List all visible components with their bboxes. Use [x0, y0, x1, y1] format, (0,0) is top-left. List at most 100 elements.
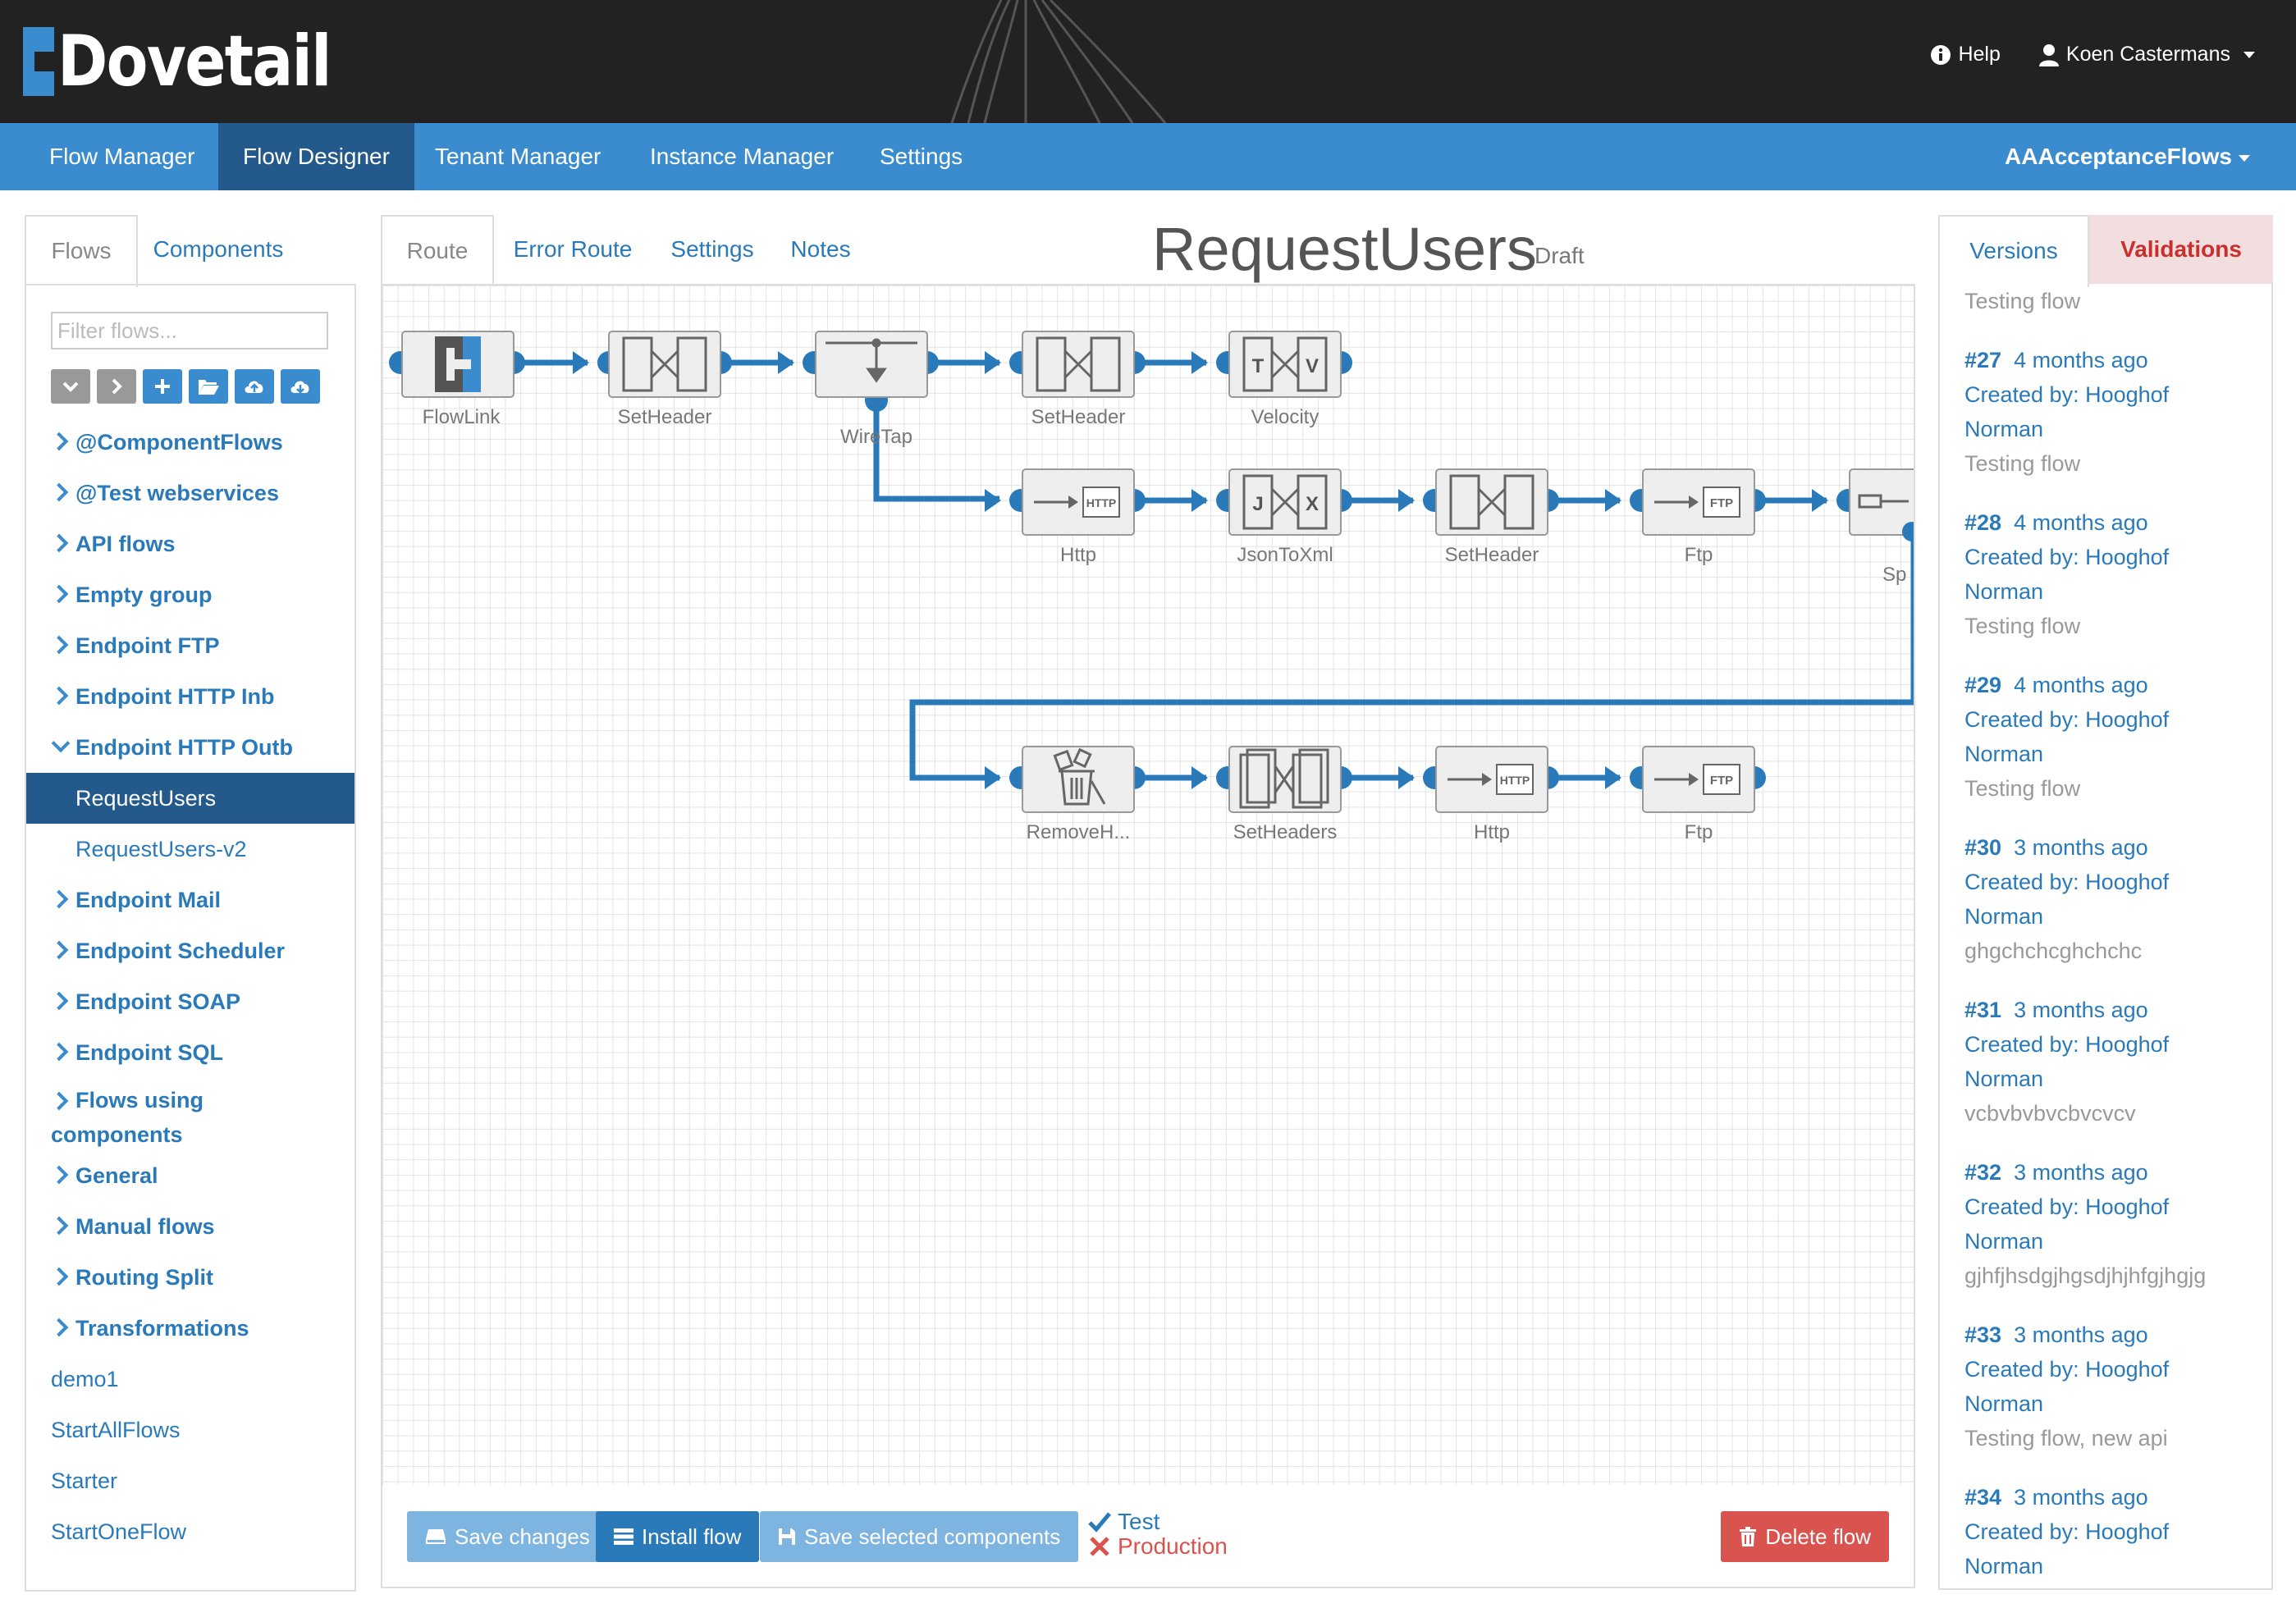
tab-settings[interactable]: Settings — [655, 215, 770, 284]
flow-group-item[interactable]: Endpoint HTTP Inb — [26, 671, 354, 722]
tab-notes[interactable]: Notes — [771, 215, 870, 284]
node-removeheaders[interactable]: RemoveH... — [1009, 746, 1146, 843]
flow-status: Draft — [1534, 243, 1585, 268]
version-number[interactable]: #34 — [1964, 1485, 2001, 1510]
help-link[interactable]: Help — [1930, 43, 2001, 66]
flow-group-item[interactable]: @ComponentFlows — [26, 417, 354, 468]
version-number[interactable]: #31 — [1964, 998, 2001, 1022]
version-author: Created by: Hooghof — [1964, 545, 2170, 569]
add-flow-button[interactable] — [143, 369, 182, 404]
flow-group-item[interactable]: API flows — [26, 518, 354, 569]
add-group-button[interactable] — [189, 369, 228, 404]
flow-group-item[interactable]: Endpoint HTTP Outb — [26, 722, 354, 773]
velocity-t-label: T — [1252, 355, 1265, 377]
route-canvas[interactable]: FlowLink SetHeader WireTap SetHeader T V… — [381, 284, 1915, 1490]
version-number[interactable]: #28 — [1964, 510, 2001, 535]
version-author-name: Norman — [1964, 579, 2044, 604]
hdd-icon — [426, 1529, 446, 1544]
tab-validations[interactable]: Validations — [2089, 215, 2273, 284]
route-diagram[interactable]: FlowLink SetHeader WireTap SetHeader T V… — [382, 286, 1914, 1488]
version-entry[interactable]: #34 3 months ago Created by: Hooghof Norma… — [1964, 1480, 2268, 1588]
version-entry[interactable]: #29 4 months ago Created by: Hooghof Norma… — [1964, 668, 2268, 806]
chevron-right-icon — [49, 1216, 69, 1236]
export-flow-button[interactable] — [281, 369, 320, 404]
node-label: Http — [1474, 821, 1510, 843]
nav-tenant-manager[interactable]: Tenant Manager — [410, 123, 625, 190]
node-ftp-2[interactable]: FTP Ftp — [1630, 746, 1766, 843]
flow-group-item[interactable]: Flows using components — [26, 1078, 354, 1150]
node-http-1[interactable]: HTTP Http — [1009, 468, 1146, 566]
nav-settings[interactable]: Settings — [855, 123, 987, 190]
flow-group-item[interactable]: @Test webservices — [26, 468, 354, 518]
flow-list-item-selected[interactable]: RequestUsers — [26, 773, 354, 824]
node-flowlink[interactable]: FlowLink — [389, 331, 525, 428]
flow-group-item[interactable]: Empty group — [26, 569, 354, 620]
flow-group-item[interactable]: Endpoint FTP — [26, 620, 354, 671]
collapse-all-button[interactable] — [51, 369, 90, 404]
tab-components[interactable]: Components — [136, 215, 300, 284]
main-nav: Flow Manager Flow Designer Tenant Manage… — [0, 123, 2296, 190]
version-description: gjhfjhsdgjhgsdjhjhfgjhgjg — [1964, 1263, 2207, 1288]
flow-group-item[interactable]: Endpoint Scheduler — [26, 925, 354, 976]
flow-group-item[interactable]: Endpoint Mail — [26, 875, 354, 925]
flow-label: Endpoint Scheduler — [75, 939, 286, 963]
version-number[interactable]: #29 — [1964, 673, 2001, 697]
nav-instance-manager[interactable]: Instance Manager — [625, 123, 858, 190]
save-changes-label: Save changes — [455, 1524, 590, 1549]
version-number[interactable]: #30 — [1964, 835, 2001, 860]
version-entry[interactable]: #30 3 months ago Created by: Hooghof Norma… — [1964, 830, 2268, 968]
version-entry[interactable]: #31 3 months ago Created by: Hooghof Norma… — [1964, 993, 2268, 1131]
velocity-v-label: V — [1306, 355, 1319, 377]
flow-list-item[interactable]: StartOneFlow — [26, 1506, 354, 1557]
save-selected-components-button[interactable]: Save selected components — [760, 1511, 1079, 1562]
version-number[interactable]: #27 — [1964, 348, 2001, 372]
node-wiretap[interactable]: WireTap — [803, 331, 939, 448]
flow-list-item[interactable]: Starter — [26, 1455, 354, 1506]
user-menu[interactable]: Koen Castermans — [2038, 43, 2255, 66]
tab-versions[interactable]: Versions — [1938, 215, 2089, 287]
node-setheader-1[interactable]: SetHeader — [597, 331, 732, 428]
version-description: Testing flow — [1964, 1583, 2268, 1588]
node-setheaders[interactable]: SetHeaders — [1216, 746, 1352, 843]
node-label: Velocity — [1251, 406, 1320, 428]
flow-group-item[interactable]: Endpoint SOAP — [26, 976, 354, 1027]
install-flow-button[interactable]: Install flow — [596, 1511, 760, 1562]
tab-error-route[interactable]: Error Route — [492, 215, 653, 284]
tasks-icon — [614, 1528, 633, 1545]
flow-group-item[interactable]: General — [26, 1150, 354, 1201]
expand-all-button[interactable] — [97, 369, 136, 404]
node-jsontoxml[interactable]: J X JsonToXml — [1216, 468, 1352, 566]
tab-route[interactable]: Route — [381, 215, 494, 287]
node-http-2[interactable]: HTTP Http — [1423, 746, 1559, 843]
version-number[interactable]: #33 — [1964, 1322, 2001, 1347]
node-velocity[interactable]: T V Velocity — [1216, 331, 1352, 428]
import-flow-button[interactable] — [235, 369, 274, 404]
flow-list-item[interactable]: RequestUsers-v2 — [26, 824, 354, 875]
delete-flow-button[interactable]: Delete flow — [1721, 1511, 1889, 1562]
flow-list-item[interactable]: demo1 — [26, 1354, 354, 1405]
nav-flow-manager[interactable]: Flow Manager — [25, 123, 219, 190]
version-number[interactable]: #32 — [1964, 1160, 2001, 1185]
flow-group-item[interactable]: Manual flows — [26, 1201, 354, 1252]
node-ftp-1[interactable]: FTP Ftp — [1630, 468, 1766, 566]
version-author-name: Norman — [1964, 1229, 2044, 1254]
tenant-selector[interactable]: AAAcceptanceFlows — [2005, 123, 2250, 190]
dovetail-logo[interactable]: Dovetail — [23, 21, 375, 103]
install-flow-label: Install flow — [642, 1524, 742, 1549]
nav-flow-designer[interactable]: Flow Designer — [218, 123, 414, 190]
node-setheader-2[interactable]: SetHeader — [1009, 331, 1146, 428]
save-changes-button[interactable]: Save changes — [407, 1511, 608, 1562]
filter-flows-input[interactable]: Filter flows... — [51, 312, 328, 349]
node-split[interactable]: Sp — [1836, 468, 1914, 586]
node-setheader-3[interactable]: SetHeader — [1423, 468, 1559, 566]
flow-group-item[interactable]: Transformations — [26, 1303, 354, 1354]
version-entry[interactable]: #27 4 months ago Created by: Hooghof Norma… — [1964, 343, 2268, 481]
info-icon — [1931, 44, 1951, 65]
version-entry[interactable]: #32 3 months ago Created by: Hooghof Norma… — [1964, 1155, 2268, 1293]
version-entry[interactable]: #28 4 months ago Created by: Hooghof Norma… — [1964, 505, 2268, 643]
version-entry[interactable]: #33 3 months ago Created by: Hooghof Norma… — [1964, 1318, 2268, 1455]
flow-group-item[interactable]: Routing Split — [26, 1252, 354, 1303]
tab-flows[interactable]: Flows — [25, 215, 138, 287]
flow-group-item[interactable]: Endpoint SQL — [26, 1027, 354, 1078]
flow-list-item[interactable]: StartAllFlows — [26, 1405, 354, 1455]
